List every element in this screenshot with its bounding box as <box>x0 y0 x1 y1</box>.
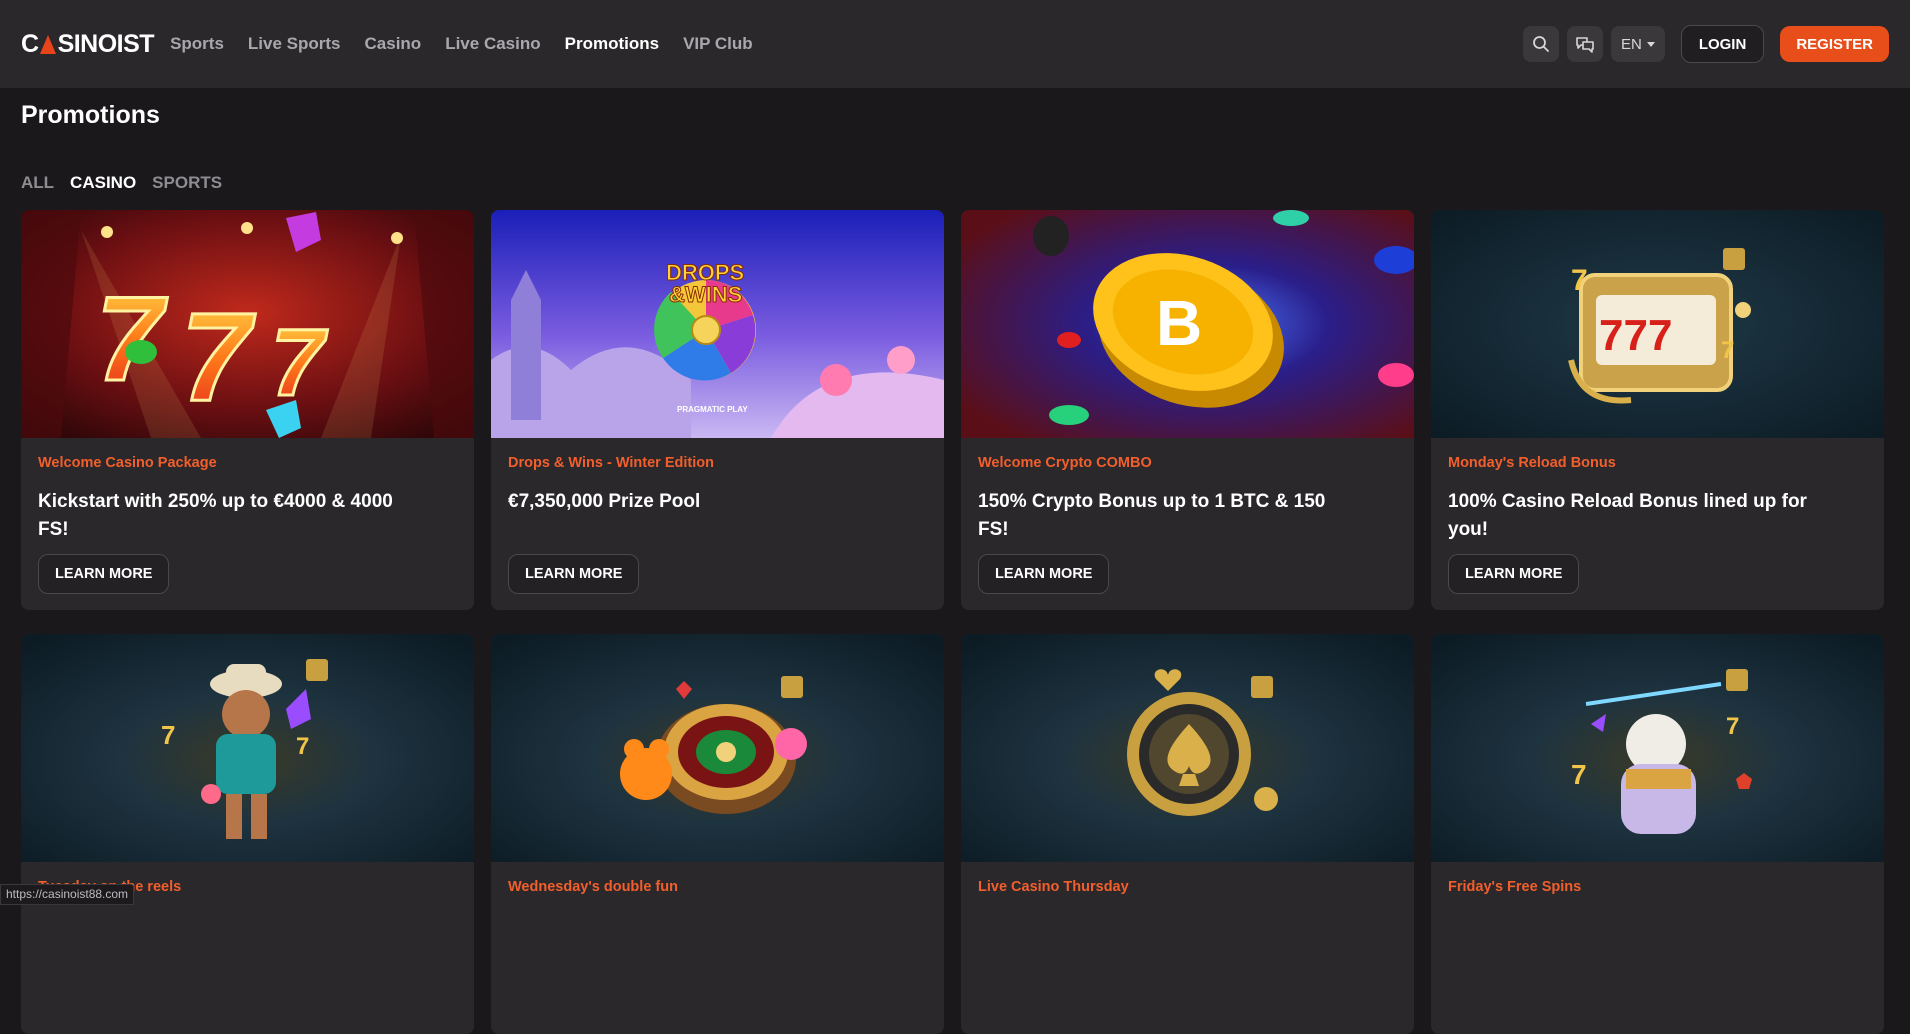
promo-card[interactable]: DROPS &WINS PRAGMATIC PLAY Drops & Wins … <box>491 210 944 610</box>
promo-image <box>961 634 1414 862</box>
promo-image <box>491 634 944 862</box>
learn-more-button[interactable]: LEARN MORE <box>978 554 1109 594</box>
promo-title: 150% Crypto Bonus up to 1 BTC & 150 FS! <box>978 488 1358 544</box>
svg-text:7: 7 <box>296 733 309 760</box>
chevron-down-icon <box>1647 42 1655 47</box>
login-button[interactable]: LOGIN <box>1681 25 1765 63</box>
promo-title: 100% Casino Reload Bonus lined up for yo… <box>1448 488 1828 544</box>
svg-text:7: 7 <box>1721 337 1734 364</box>
svg-text:777: 777 <box>1599 311 1672 360</box>
svg-text:PRAGMATIC PLAY: PRAGMATIC PLAY <box>677 405 748 414</box>
page-title: Promotions <box>21 101 160 130</box>
promo-image: 7 7 7 <box>21 210 474 438</box>
promo-card[interactable]: 7 7 Friday's Free Spins <box>1431 634 1884 1034</box>
top-header: CSINOIST Sports Live Sports Casino Live … <box>0 0 1910 88</box>
promo-image: 7 7 <box>1431 634 1884 862</box>
main-nav: Sports Live Sports Casino Live Casino Pr… <box>170 34 753 54</box>
promo-category: Friday's Free Spins <box>1448 879 1867 895</box>
promo-category: Wednesday's double fun <box>508 879 927 895</box>
promo-image: 7 7 <box>21 634 474 862</box>
svg-text:7: 7 <box>1571 759 1587 790</box>
svg-text:&WINS: &WINS <box>669 282 742 307</box>
promo-card[interactable]: Wednesday's double fun <box>491 634 944 1034</box>
promo-category: Live Casino Thursday <box>978 879 1397 895</box>
promo-category: Drops & Wins - Winter Edition <box>508 455 927 471</box>
nav-vip-club[interactable]: VIP Club <box>683 34 753 54</box>
search-button[interactable] <box>1523 26 1559 62</box>
promo-image: DROPS &WINS PRAGMATIC PLAY <box>491 210 944 438</box>
svg-text:7: 7 <box>1571 264 1588 297</box>
learn-more-button[interactable]: LEARN MORE <box>1448 554 1579 594</box>
promo-card[interactable]: 777 7 7 Monday's Reload Bonus 100% Casin… <box>1431 210 1884 610</box>
svg-text:7: 7 <box>181 288 256 427</box>
svg-text:7: 7 <box>1726 713 1739 740</box>
svg-text:7: 7 <box>96 272 168 406</box>
filter-all[interactable]: ALL <box>21 173 54 193</box>
learn-more-button[interactable]: LEARN MORE <box>508 554 639 594</box>
nav-live-sports[interactable]: Live Sports <box>248 34 341 54</box>
language-selector[interactable]: EN <box>1611 26 1665 62</box>
nav-sports[interactable]: Sports <box>170 34 224 54</box>
register-button[interactable]: REGISTER <box>1780 26 1889 62</box>
learn-more-button[interactable]: LEARN MORE <box>38 554 169 594</box>
promo-card[interactable]: B Welcome Crypto COMBO 150% Crypto Bonus… <box>961 210 1414 610</box>
promo-card[interactable]: 7 7 Tuesday on the reels <box>21 634 474 1034</box>
header-actions: EN LOGIN REGISTER <box>1523 25 1889 63</box>
promo-card[interactable]: 7 7 7 Welcome Casino Package Kickstart w… <box>21 210 474 610</box>
search-icon <box>1532 35 1550 53</box>
svg-text:B: B <box>1156 287 1202 359</box>
promo-title: Kickstart with 250% up to €4000 & 4000 F… <box>38 488 418 544</box>
promo-image: B <box>961 210 1414 438</box>
svg-text:7: 7 <box>271 310 328 416</box>
promotion-filters: ALL CASINO SPORTS <box>21 173 222 193</box>
promo-category: Monday's Reload Bonus <box>1448 455 1867 471</box>
promo-category: Welcome Casino Package <box>38 455 457 471</box>
link-status-tooltip: https://casinoist88.com <box>0 884 134 905</box>
promo-title: €7,350,000 Prize Pool <box>508 488 888 544</box>
promo-card[interactable]: Live Casino Thursday <box>961 634 1414 1034</box>
casinoist-logo[interactable]: CSINOIST <box>21 30 154 59</box>
chat-button[interactable] <box>1567 26 1603 62</box>
logo-triangle-icon <box>40 34 57 54</box>
filter-casino[interactable]: CASINO <box>70 173 136 193</box>
chat-icon <box>1575 35 1595 53</box>
nav-casino[interactable]: Casino <box>365 34 422 54</box>
promo-image: 777 7 7 <box>1431 210 1884 438</box>
svg-text:7: 7 <box>161 720 175 750</box>
promo-category: Welcome Crypto COMBO <box>978 455 1397 471</box>
nav-live-casino[interactable]: Live Casino <box>445 34 540 54</box>
nav-promotions[interactable]: Promotions <box>565 34 659 54</box>
promotions-grid: 7 7 7 Welcome Casino Package Kickstart w… <box>21 210 1884 1034</box>
filter-sports[interactable]: SPORTS <box>152 173 222 193</box>
